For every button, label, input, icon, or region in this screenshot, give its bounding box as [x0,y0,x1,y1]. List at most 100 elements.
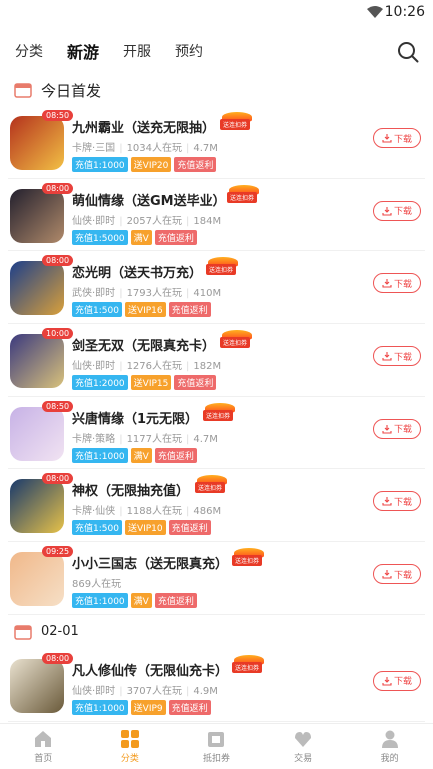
game-tag-chip: 送VIP15 [130,375,172,391]
game-genre: 武侠·即时 [72,288,116,300]
game-list-item[interactable]: 10:00 剑圣无双（无限真充卡） 送连扣券 仙侠·即时 | 1276人在玩 | 182… [8,324,425,397]
game-players: 1188人在玩 [126,506,183,518]
game-tags: 充值1:1000 满V 充值返利 [72,593,197,609]
download-label: 下载 [393,677,412,688]
nav-category[interactable]: 分类 [87,724,174,769]
game-list-item[interactable]: 09:25 小小三国志（送无限真充） 送连扣券 869人在玩 充值1:1000 满… [8,542,425,615]
section-today-title: 今日首发 [41,81,102,100]
download-button[interactable]: 下载 [373,273,421,294]
game-list-date: 08:00 凡人修仙传（无限仙充卡） 送连扣券 仙侠·即时 | 3707人在玩 | 4.… [0,649,433,722]
game-meta: 仙侠·即时 | 1276人在玩 | 182M [72,357,221,372]
download-label: 下载 [393,134,412,145]
game-icon[interactable] [10,406,64,461]
calendar-icon [14,625,32,640]
release-time-badge: 09:25 [42,546,74,558]
meta-separator: | [186,143,190,154]
game-meta: 卡牌·仙侠 | 1188人在玩 | 486M [72,502,221,517]
game-tag-chip: 充值返利 [168,699,211,715]
download-button[interactable]: 下载 [373,128,421,148]
game-icon[interactable] [10,116,64,170]
game-size: 4.9M [193,685,218,697]
game-icon[interactable] [10,658,64,713]
game-tag-chip: 充值1:500 [72,520,122,536]
download-button[interactable]: 下载 [373,564,421,585]
game-tags: 充值1:1000 送VIP20 充值返利 [72,157,217,172]
download-icon [382,676,392,686]
nav-home[interactable]: 首页 [0,724,87,769]
game-tag-chip: 满V [130,447,152,463]
game-players: 1177人在玩 [126,433,183,445]
tab-category[interactable]: 分类 [15,41,43,61]
game-tag-chip: 充值返利 [174,157,217,172]
game-tag-chip: 送VIP9 [130,699,166,715]
game-meta: 卡牌·三国 | 1034人在玩 | 4.7M [72,139,218,154]
tab-reserve[interactable]: 预约 [175,41,203,61]
nav-trade[interactable]: 交易 [260,724,347,769]
game-tag-chip: 充值返利 [154,229,197,245]
game-name[interactable]: 小小三国志（送无限真充） [72,553,228,572]
download-icon [382,134,392,143]
hot-coupon-badge: 送连扣券 [195,475,229,494]
game-players: 3707人在玩 [126,685,183,697]
meta-separator: | [186,685,190,697]
tab-new-games[interactable]: 新游 [67,39,100,63]
game-name[interactable]: 剑圣无双（无限真充卡） [72,335,215,354]
game-icon[interactable] [10,261,64,316]
game-name[interactable]: 萌仙情缘（送GM送毕业） [72,190,226,209]
search-icon[interactable] [397,41,419,63]
download-button[interactable]: 下载 [373,200,421,221]
game-players: 1276人在玩 [126,361,183,373]
game-genre: 卡牌·策略 [72,433,116,445]
game-artwork [10,658,64,713]
game-icon[interactable] [10,552,64,607]
game-name[interactable]: 兴唐情缘（1元无限） [72,408,198,427]
nav-coupon[interactable]: 抵扣券 [173,724,260,769]
game-tag-chip: 充值1:500 [72,302,122,318]
hot-coupon-badge: 送连扣券 [232,654,266,673]
section-date-header: 02-01 [0,615,433,649]
game-artwork [10,334,64,389]
game-tags: 充值1:5000 满V 充值返利 [72,229,197,245]
game-icon[interactable] [10,479,64,534]
game-players: 869人在玩 [72,579,122,591]
game-list-item[interactable]: 08:00 萌仙情缘（送GM送毕业） 送连扣券 仙侠·即时 | 2057人在玩 | 18… [8,179,425,252]
meta-separator: | [186,288,190,300]
section-today-header: 今日首发 [0,74,433,106]
release-time-badge: 08:50 [42,110,74,121]
game-tag-chip: 充值返利 [174,375,217,391]
download-button[interactable]: 下载 [373,346,421,367]
game-name[interactable]: 凡人修仙传（无限仙充卡） [72,660,228,679]
game-genre: 卡牌·三国 [72,143,116,154]
game-list-item[interactable]: 08:00 凡人修仙传（无限仙充卡） 送连扣券 仙侠·即时 | 3707人在玩 | 4.… [8,649,425,722]
game-meta: 卡牌·策略 | 1177人在玩 | 4.7M [72,430,218,445]
release-time-badge: 08:00 [42,182,74,194]
game-list-item[interactable]: 08:50 兴唐情缘（1元无限） 送连扣券 卡牌·策略 | 1177人在玩 | 4.7M… [8,397,425,470]
game-meta: 仙侠·即时 | 2057人在玩 | 184M [72,212,221,227]
game-icon[interactable] [10,334,64,389]
game-name[interactable]: 恋光明（送天书万充） [72,262,202,281]
game-tag-chip: 充值返利 [168,520,211,536]
download-button[interactable]: 下载 [373,491,421,512]
hot-coupon-badge: 送连扣券 [232,548,266,567]
top-tabs: 分类 新游 开服 预约 [0,28,433,74]
game-meta: 武侠·即时 | 1793人在玩 | 410M [72,284,221,299]
hot-coupon-badge: 送连扣券 [220,112,254,130]
game-size: 4.7M [193,433,218,445]
download-button[interactable]: 下载 [373,670,421,691]
home-icon [35,731,52,747]
download-icon [382,497,392,506]
game-list-item[interactable]: 08:00 恋光明（送天书万充） 送连扣券 武侠·即时 | 1793人在玩 | 410M… [8,251,425,325]
game-list-item[interactable]: 08:50 九州霸业（送充无限抽） 送连扣券 卡牌·三国 | 1034人在玩 | 4.7… [8,106,425,179]
game-list-item[interactable]: 08:00 神权（无限抽充值） 送连扣券 卡牌·仙侠 | 1188人在玩 | 486M … [8,469,425,543]
game-icon[interactable] [10,188,64,243]
download-label: 下载 [393,497,412,508]
hot-coupon-badge: 送连扣券 [220,330,254,349]
nav-profile[interactable]: 我的 [346,724,433,769]
download-button[interactable]: 下载 [373,418,421,439]
tab-server-open[interactable]: 开服 [123,41,151,61]
game-name[interactable]: 九州霸业（送充无限抽） [72,117,215,136]
game-artwork [10,479,64,534]
game-tag-chip: 充值1:2000 [72,375,128,391]
game-name[interactable]: 神权（无限抽充值） [72,480,189,499]
game-tag-chip: 充值1:1000 [72,699,128,715]
